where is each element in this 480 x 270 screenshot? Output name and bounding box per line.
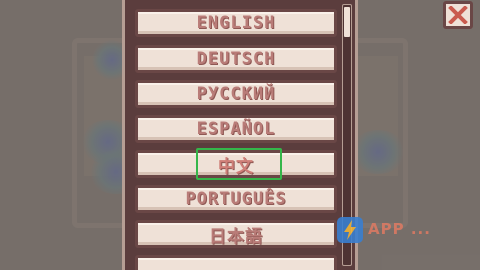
language-label: РУССКИЙ [196, 84, 276, 104]
language-label: ESPAÑOL [196, 119, 276, 139]
watermark-text: APP ... [368, 220, 431, 238]
watermark: APP ... [336, 214, 468, 248]
language-label: ENGLISH [196, 13, 276, 33]
language-list-panel[interactable]: ENGLISH DEUTSCH РУССКИЙ ESPAÑOL 中文 PORTU… [122, 0, 358, 270]
language-option-partial[interactable] [135, 255, 337, 270]
language-option-japanese[interactable]: 日本語 [135, 220, 337, 248]
language-option-russian[interactable]: РУССКИЙ [135, 80, 337, 108]
language-option-english[interactable]: ENGLISH [135, 9, 337, 37]
lightning-logo-icon [336, 216, 364, 244]
language-option-espanol[interactable]: ESPAÑOL [135, 115, 337, 143]
language-option-portugues[interactable]: PORTUGUÊS [135, 185, 337, 213]
selection-highlight [196, 148, 282, 180]
language-option-deutsch[interactable]: DEUTSCH [135, 45, 337, 73]
language-label: 日本語 [209, 226, 263, 247]
language-label: PORTUGUÊS [185, 189, 287, 209]
language-label: DEUTSCH [196, 49, 276, 69]
scrollbar-thumb[interactable] [344, 7, 350, 37]
close-button[interactable] [443, 1, 473, 29]
close-icon [448, 6, 468, 24]
